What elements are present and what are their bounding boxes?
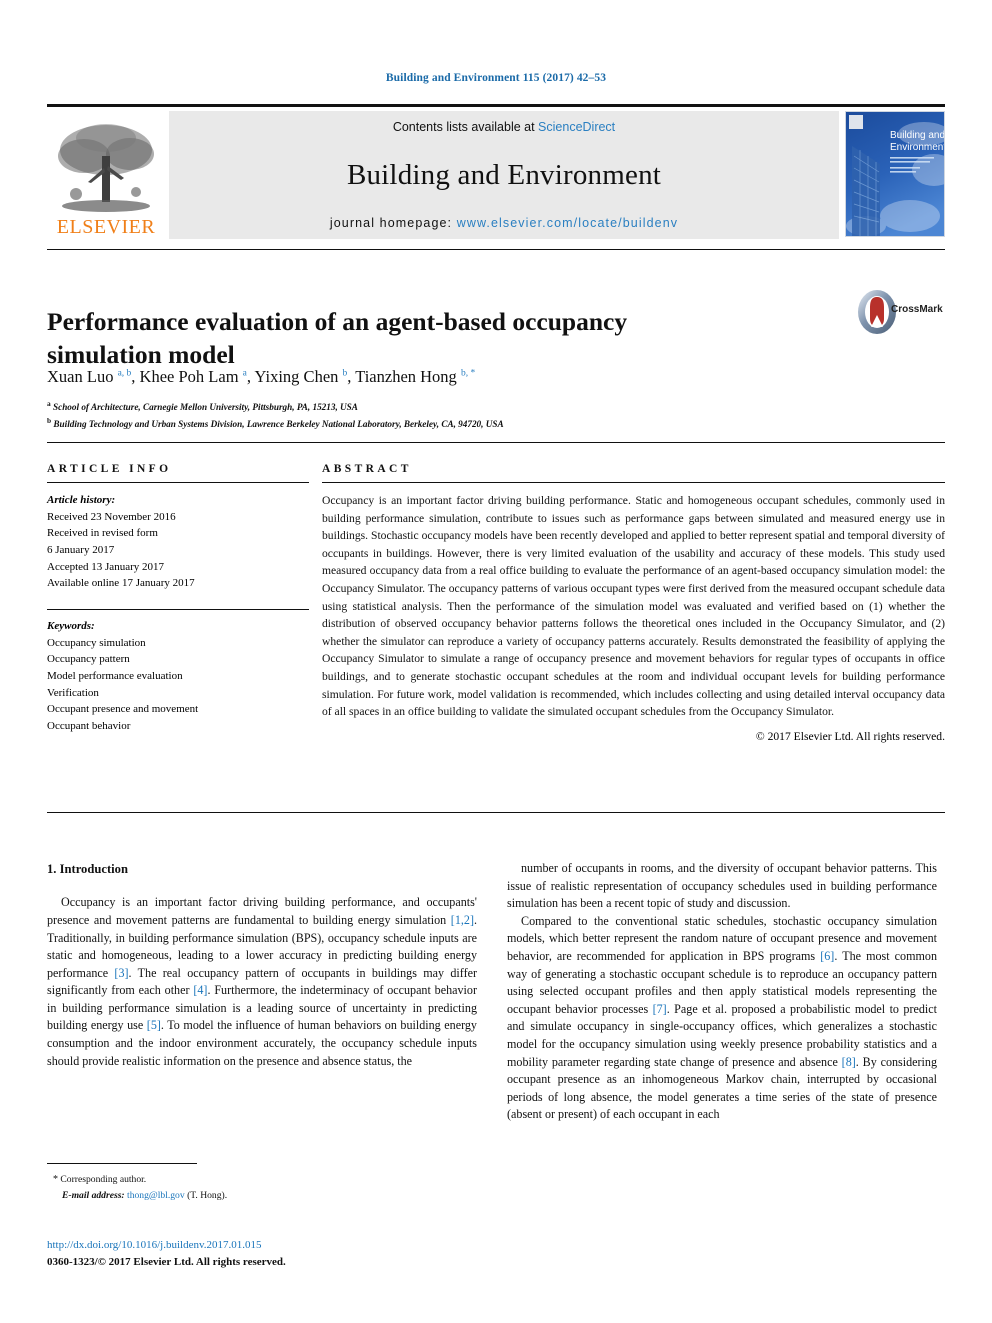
article-history-item: Available online 17 January 2017 — [47, 577, 195, 590]
journal-cover-image: Building and Environment — [846, 112, 945, 236]
affiliation-text-a: School of Architecture, Carnegie Mellon … — [53, 402, 358, 413]
crossmark-badge[interactable]: CrossMark — [855, 288, 947, 338]
citation-link[interactable]: [7] — [653, 1002, 667, 1016]
keyword-item: Occupancy simulation — [47, 636, 146, 649]
keywords-label: Keywords: — [47, 620, 95, 633]
svg-text:Environment: Environment — [890, 142, 945, 153]
keywords-block: Keywords: Occupancy simulation Occupancy … — [47, 609, 309, 735]
keyword-item: Model performance evaluation — [47, 670, 183, 683]
abstract-text: Occupancy is an important factor driving… — [322, 494, 945, 719]
contents-prefix: Contents lists available at — [392, 120, 539, 134]
journal-cover-thumbnail: Building and Environment — [845, 111, 945, 237]
svg-text:Building and: Building and — [890, 130, 945, 141]
paper-page: Building and Environment 115 (2017) 42–5… — [0, 0, 992, 1323]
citation-link[interactable]: [8] — [842, 1055, 856, 1069]
body-column-right: number of occupants in rooms, and the di… — [507, 860, 937, 1124]
homepage-prefix: journal homepage: — [329, 216, 457, 230]
abstract-copyright: © 2017 Elsevier Ltd. All rights reserved… — [755, 729, 945, 743]
affiliation-marker-b: b — [47, 416, 52, 426]
intro-paragraph-1: Occupancy is an important factor driving… — [47, 895, 477, 1068]
journal-band: Contents lists available at ScienceDirec… — [169, 111, 839, 239]
journal-title: Building and Environment — [346, 158, 662, 191]
article-history-item: Received in revised form — [47, 527, 158, 540]
keyword-item: Occupancy pattern — [47, 653, 130, 666]
citation-link[interactable]: [1,2] — [451, 913, 474, 927]
keyword-item: Verification — [47, 686, 99, 699]
corresponding-author-note: * Corresponding author. E-mail address: … — [53, 1172, 473, 1204]
body-column-left: 1. Introduction Occupancy is an importan… — [47, 860, 477, 1070]
affiliation-text-b: Building Technology and Urban Systems Di… — [53, 419, 504, 430]
email-suffix: (T. Hong). — [187, 1190, 228, 1202]
elsevier-tree-icon — [58, 124, 154, 212]
article-info-heading: ARTICLE INFO — [47, 463, 172, 475]
abstract-column: ABSTRACT Occupancy is an important facto… — [322, 463, 945, 743]
affiliation-b: b Building Technology and Urban Systems … — [47, 415, 847, 432]
crossmark-label: CrossMark — [891, 304, 943, 315]
citation-link[interactable]: [4] — [193, 983, 207, 997]
intro-paragraph-2: number of occupants in rooms, and the di… — [507, 861, 937, 911]
abstract-heading: ABSTRACT — [322, 463, 412, 475]
journal-homepage-line: journal homepage: www.elsevier.com/locat… — [330, 216, 678, 230]
citation-link[interactable]: [3] — [114, 966, 128, 980]
email-line: E-mail address: thong@lbl.gov (T. Hong). — [53, 1188, 473, 1204]
article-info-rule — [47, 482, 309, 483]
article-history-item: Received 23 November 2016 — [47, 510, 176, 523]
elsevier-wordmark: ELSEVIER — [56, 216, 156, 238]
citation-link[interactable]: [5] — [147, 1018, 161, 1032]
corresponding-line: * Corresponding author. — [53, 1172, 473, 1188]
keyword-item: Occupant behavior — [47, 720, 131, 733]
email-label: E-mail address: — [62, 1190, 125, 1202]
article-info-column: ARTICLE INFO Article history: Received 2… — [47, 463, 309, 735]
article-history-label: Article history: — [47, 494, 116, 506]
article-history-list: Received 23 November 2016 Received in rev… — [47, 509, 309, 593]
running-head: Building and Environment 115 (2017) 42–5… — [385, 72, 607, 84]
article-history-item: Accepted 13 January 2017 — [47, 560, 164, 573]
introduction-heading: 1. Introduction — [47, 862, 128, 876]
abstract-divider-bottom — [47, 812, 945, 813]
contents-list-line: Contents lists available at ScienceDirec… — [393, 120, 615, 134]
article-history-item: 6 January 2017 — [47, 543, 115, 556]
affiliation-marker-a: a — [47, 399, 51, 408]
corresponding-label: Corresponding author. — [60, 1174, 147, 1185]
intro-paragraph-3: Compared to the conventional static sche… — [507, 913, 938, 1122]
keywords-rule — [47, 609, 309, 611]
affiliation-a: a School of Architecture, Carnegie Mello… — [47, 398, 847, 415]
doi-block: http://dx.doi.org/10.1016/j.buildenv.201… — [47, 1237, 507, 1270]
email-link[interactable]: thong@lbl.gov — [127, 1190, 185, 1201]
abstract-rule — [322, 482, 945, 483]
corresponding-marker: * — [53, 1174, 58, 1185]
affiliation-list: a School of Architecture, Carnegie Mello… — [47, 398, 847, 432]
elsevier-logo: ELSEVIER — [47, 111, 165, 239]
title-divider — [47, 249, 945, 250]
doi-link[interactable]: http://dx.doi.org/10.1016/j.buildenv.201… — [47, 1237, 507, 1254]
author-list: Xuan Luo a, b, Khee Poh Lam a, Yixing Ch… — [47, 367, 476, 386]
citation-link[interactable]: [6] — [820, 949, 834, 963]
info-divider-top — [47, 442, 945, 443]
issn-copyright-line: 0360-1323/© 2017 Elsevier Ltd. All right… — [47, 1255, 286, 1268]
journal-masthead: ELSEVIER Contents lists available at Sci… — [47, 104, 945, 239]
footnote-divider — [47, 1163, 197, 1164]
homepage-url-link[interactable]: www.elsevier.com/locate/buildenv — [457, 216, 678, 230]
keyword-item: Occupant presence and movement — [47, 703, 199, 716]
sciencedirect-link[interactable]: ScienceDirect — [538, 120, 615, 134]
keywords-list: Occupancy simulation Occupancy pattern Mod… — [47, 635, 309, 735]
page-title: Performance evaluation of an agent-based… — [47, 307, 628, 370]
